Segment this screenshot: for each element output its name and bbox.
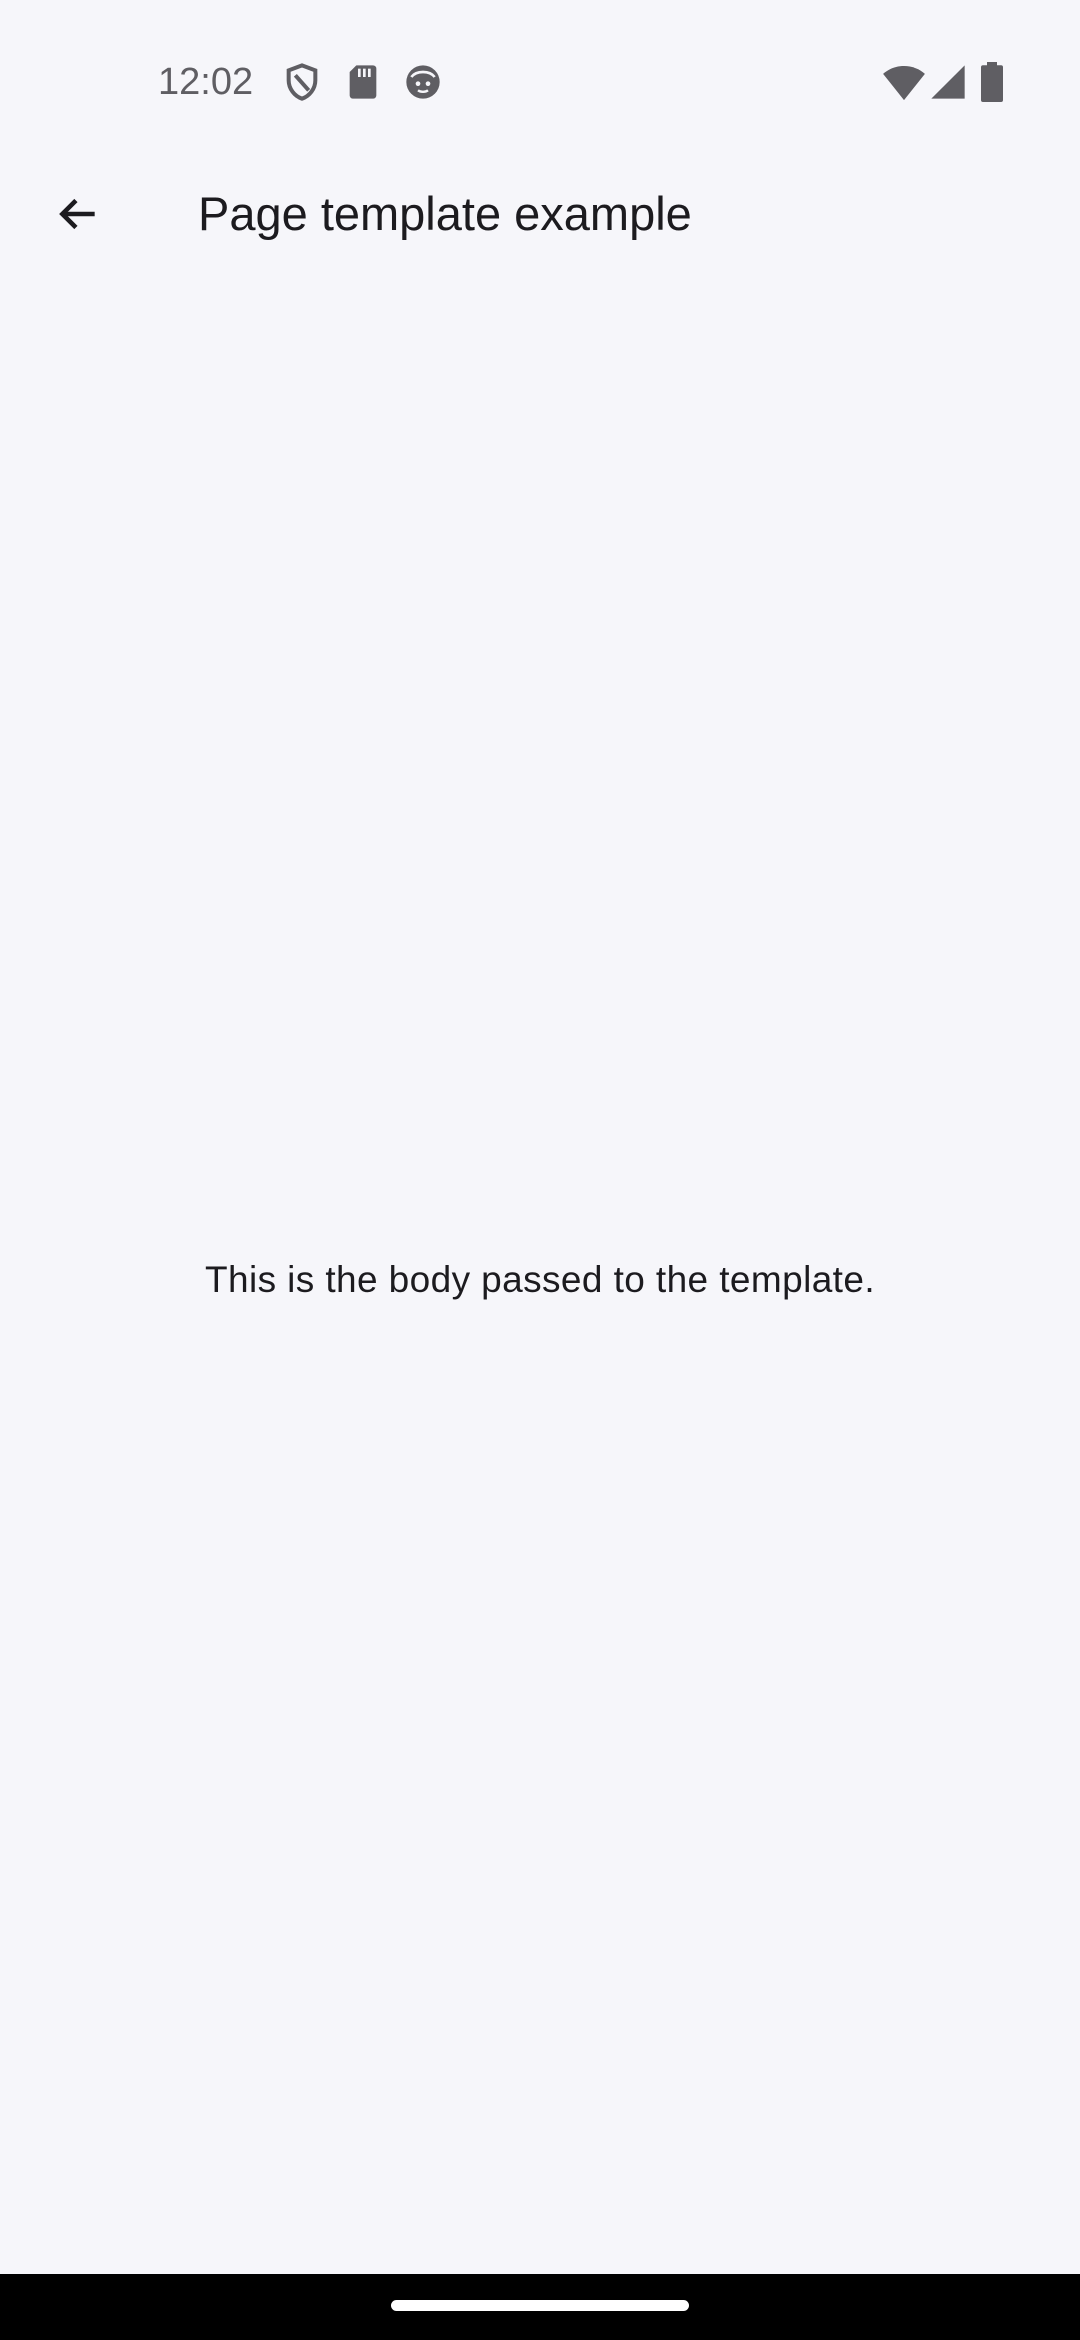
wifi-icon <box>882 62 926 102</box>
sd-card-icon <box>343 62 383 102</box>
face-icon <box>403 62 443 102</box>
body-text: This is the body passed to the template. <box>204 1259 876 1300</box>
page-title: Page template example <box>198 187 692 240</box>
cell-signal-icon <box>928 62 968 102</box>
arrow-back-icon <box>53 189 103 239</box>
battery-icon <box>980 62 1004 102</box>
navigation-bar <box>0 2274 1080 2340</box>
gesture-handle[interactable] <box>391 2300 689 2311</box>
back-button[interactable] <box>38 174 118 254</box>
shield-icon <box>282 62 322 102</box>
top-app-bar: Page template example <box>0 150 1080 276</box>
status-time: 12:02 <box>158 61 254 103</box>
status-bar: 12:02 <box>0 0 1080 130</box>
